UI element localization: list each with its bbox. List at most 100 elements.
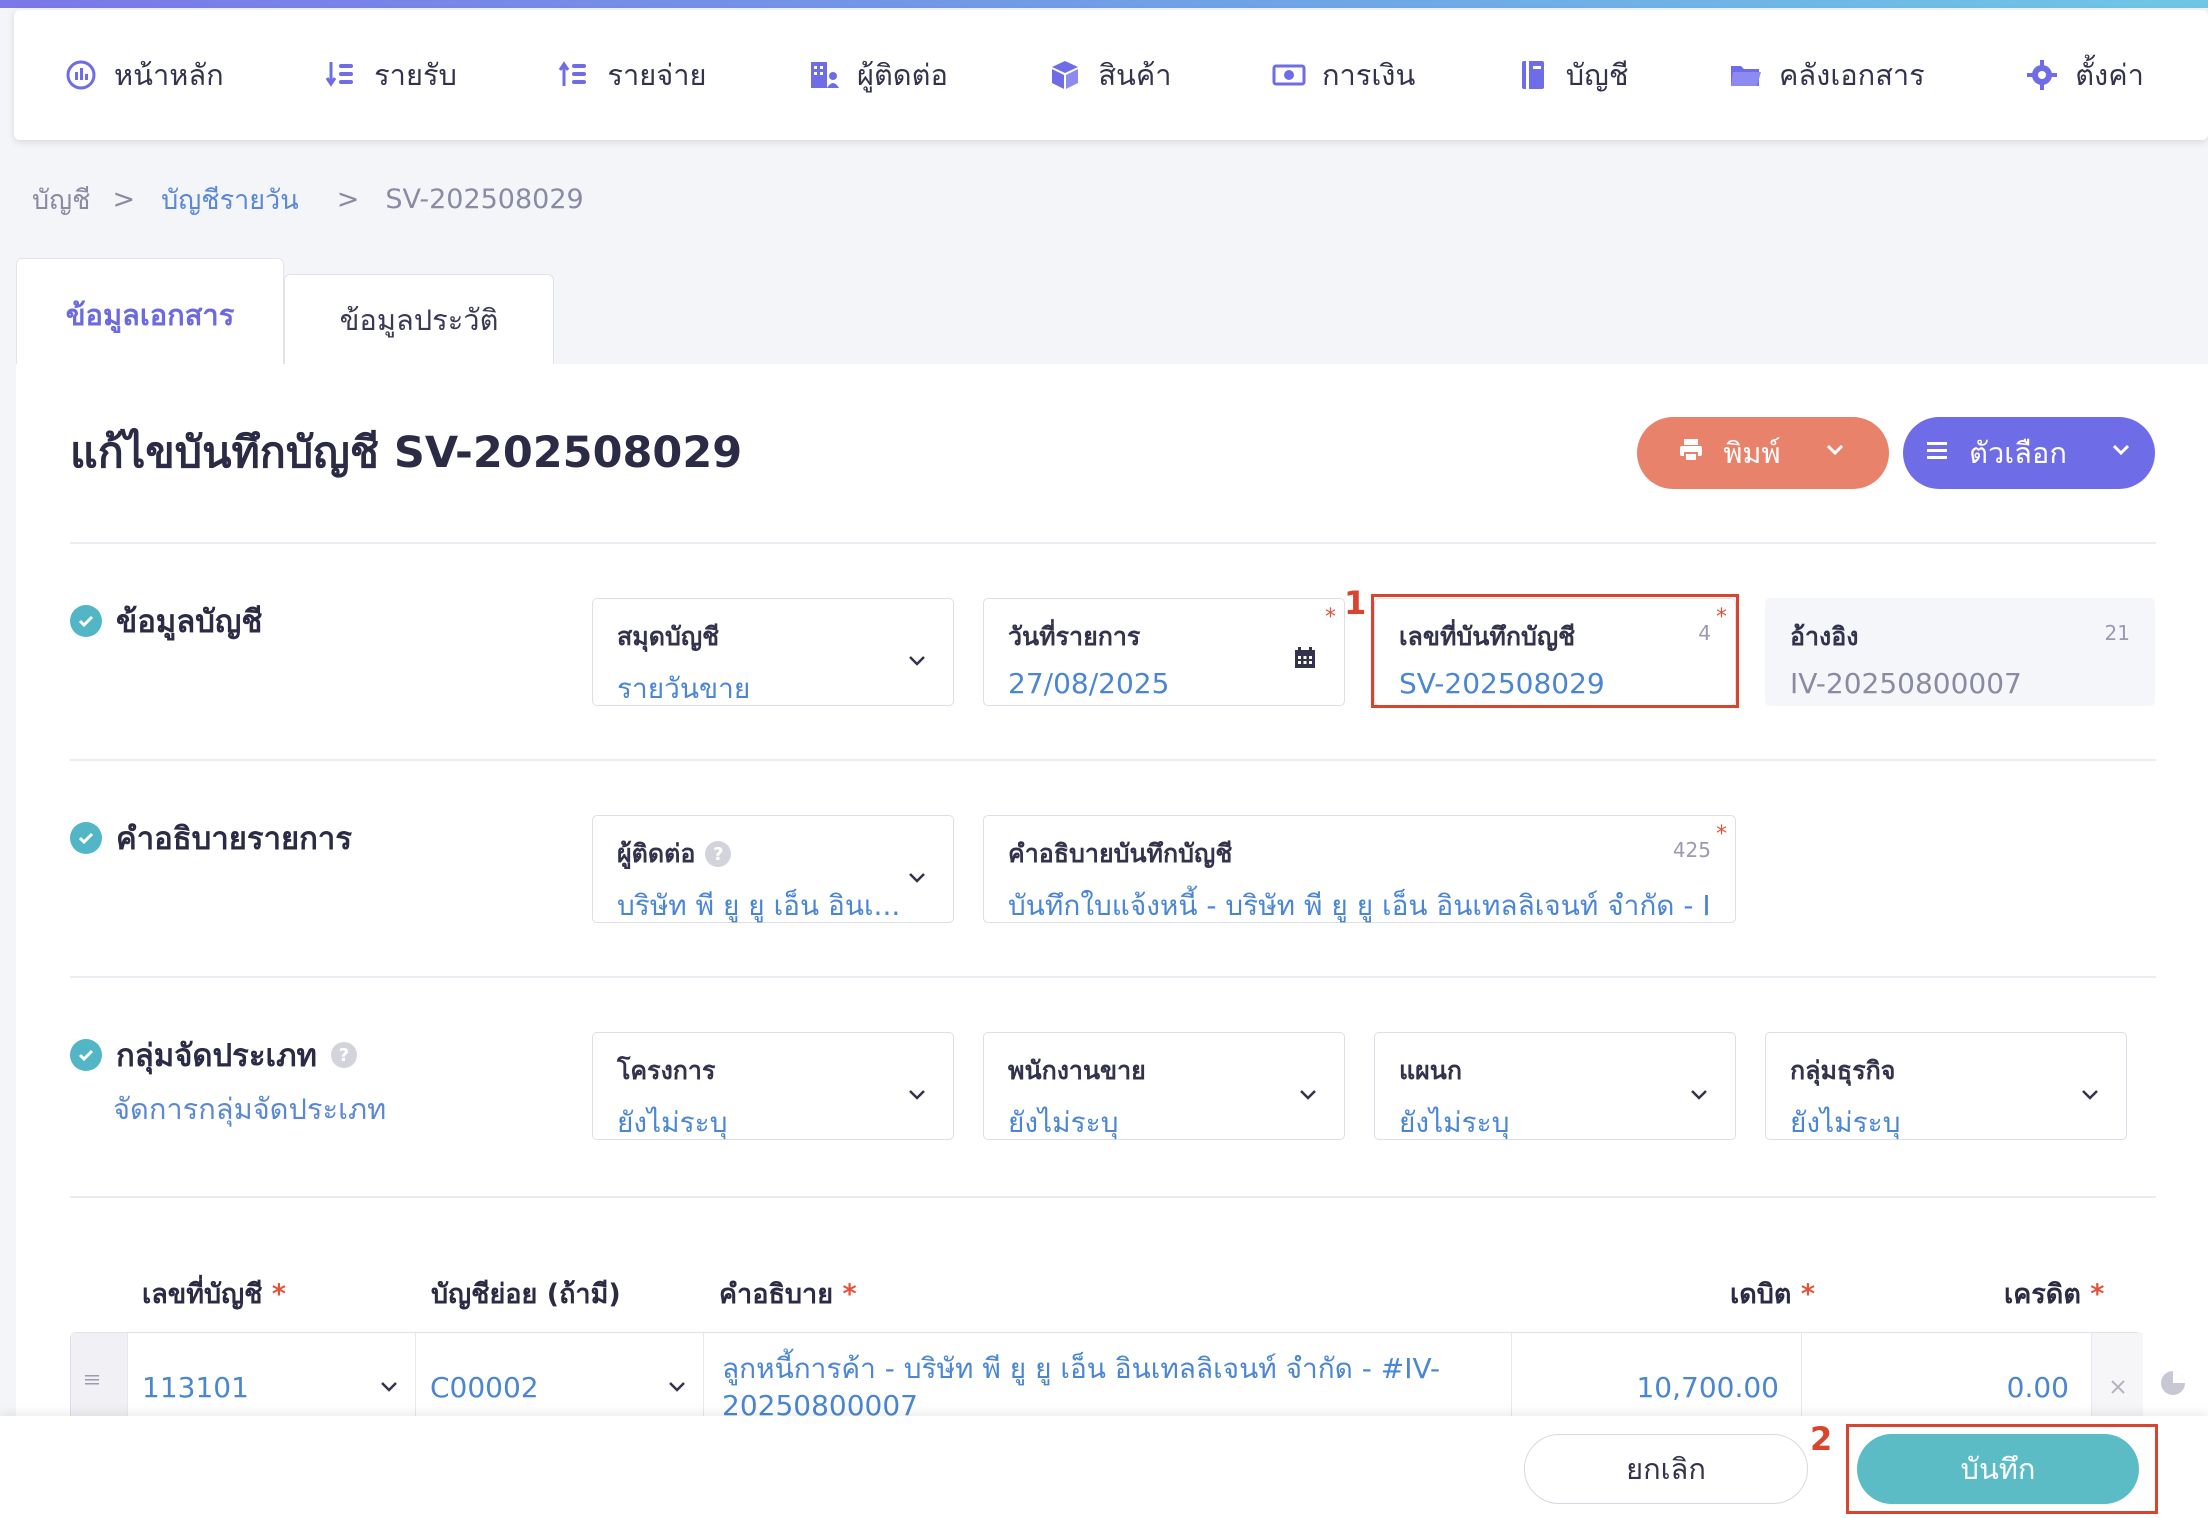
- nav-item-settings[interactable]: ตั้งค่า: [2025, 52, 2144, 98]
- income-icon: [324, 58, 358, 92]
- breadcrumb-root[interactable]: บัญชี: [32, 178, 90, 221]
- check-circle-icon: [70, 1039, 102, 1071]
- field-label: โครงการ: [617, 1056, 716, 1085]
- nav-label: คลังเอกสาร: [1778, 58, 1925, 92]
- field-value: ยังไม่ระบุ: [1790, 1106, 1901, 1139]
- nav-item-products[interactable]: สินค้า: [1048, 52, 1172, 98]
- cancel-button[interactable]: ยกเลิก: [1524, 1434, 1808, 1504]
- salesperson-select[interactable]: พนักงานขาย ยังไม่ระบุ: [983, 1032, 1345, 1140]
- top-accent-bar: [0, 0, 2208, 8]
- dashboard-icon: [64, 58, 98, 92]
- ledger-book-icon: [1516, 58, 1550, 92]
- nav-item-contacts[interactable]: ผู้ติดต่อ: [807, 52, 948, 98]
- cell-value: 0.00: [2006, 1371, 2069, 1404]
- chevron-down-icon: [381, 1382, 397, 1392]
- department-select[interactable]: แผนก ยังไม่ระบุ: [1374, 1032, 1736, 1140]
- manage-classification-link[interactable]: จัดการกลุ่มจัดประเภท: [113, 1086, 386, 1132]
- column-header-credit: เครดิต *: [2004, 1272, 2104, 1315]
- contact-select[interactable]: ผู้ติดต่อ ? บริษัท พี ยู ยู เอ็น อินเ...: [592, 815, 954, 923]
- breadcrumb-current: SV-202508029: [385, 184, 584, 215]
- field-value: 27/08/2025: [1008, 667, 1170, 700]
- field-label: แผนก: [1399, 1056, 1462, 1085]
- chevron-down-icon: [909, 1090, 925, 1100]
- divider: [70, 1196, 2156, 1198]
- required-asterisk: *: [1325, 605, 1336, 630]
- main-navigation: หน้าหลัก รายรับ รายจ่าย ผู้ติดต่อ สินค้า…: [14, 10, 2208, 140]
- section-description-title: คำอธิบายรายการ: [70, 813, 352, 863]
- nav-item-dashboard[interactable]: หน้าหลัก: [64, 52, 224, 98]
- check-circle-icon: [70, 605, 102, 637]
- header-label: เครดิต: [2004, 1279, 2081, 1310]
- help-icon[interactable]: ?: [330, 1042, 357, 1068]
- pie-chart-icon[interactable]: [2158, 1368, 2188, 1398]
- header-label: เดบิต: [1730, 1279, 1792, 1310]
- nav-label: รายรับ: [374, 58, 457, 92]
- nav-item-income[interactable]: รายรับ: [324, 52, 457, 98]
- required-asterisk: *: [2090, 1279, 2105, 1310]
- field-value: ยังไม่ระบุ: [1399, 1106, 1510, 1139]
- help-icon[interactable]: ?: [705, 841, 732, 867]
- gear-icon: [2025, 58, 2059, 92]
- nav-label: สินค้า: [1098, 58, 1172, 92]
- header-label: คำอธิบาย: [719, 1279, 834, 1310]
- nav-item-finance[interactable]: การเงิน: [1272, 52, 1415, 98]
- tab-document-info[interactable]: ข้อมูลเอกสาร: [16, 258, 284, 370]
- printer-icon: [1677, 436, 1705, 471]
- chevron-down-icon: [2107, 436, 2135, 471]
- menu-lines-icon: [1923, 436, 1951, 471]
- business-group-select[interactable]: กลุ่มธุรกิจ ยังไม่ระบุ: [1765, 1032, 2127, 1140]
- print-button[interactable]: พิมพ์: [1637, 417, 1889, 489]
- field-label-text: ผู้ติดต่อ: [617, 839, 696, 868]
- project-select[interactable]: โครงการ ยังไม่ระบุ: [592, 1032, 954, 1140]
- chevron-down-icon: [2082, 1090, 2098, 1100]
- nav-label: ผู้ติดต่อ: [856, 58, 948, 92]
- expense-icon: [557, 58, 591, 92]
- field-label: ผู้ติดต่อ ?: [617, 834, 929, 874]
- breadcrumb: บัญชี > บัญชีรายวัน > SV-202508029: [32, 178, 584, 221]
- section-label: ข้อมูลบัญชี: [116, 604, 263, 640]
- nav-label: บัญชี: [1565, 58, 1629, 92]
- char-counter: 425: [1672, 838, 1711, 862]
- nav-label: หน้าหลัก: [114, 58, 224, 92]
- section-label: กลุ่มจัดประเภท: [116, 1038, 317, 1074]
- field-value: บริษัท พี ยู ยู เอ็น อินเ...: [617, 889, 901, 922]
- field-value: ยังไม่ระบุ: [617, 1106, 728, 1139]
- nav-item-documents[interactable]: คลังเอกสาร: [1729, 52, 1925, 98]
- journal-select[interactable]: สมุดบัญชี รายวันขาย: [592, 598, 954, 706]
- annotation-marker: 1: [1344, 584, 1367, 622]
- required-asterisk: *: [271, 1279, 287, 1310]
- close-icon: [2111, 1380, 2125, 1394]
- folder-icon: [1729, 58, 1763, 92]
- cell-value: 113101: [142, 1371, 249, 1404]
- contacts-icon: [807, 58, 841, 92]
- options-label: ตัวเลือก: [1969, 436, 2067, 470]
- required-asterisk: *: [1800, 1279, 1815, 1310]
- cell-value: ลูกหนี้การค้า - บริษัท พี ยู ยู เอ็น อิน…: [722, 1352, 1441, 1385]
- field-label: วันที่รายการ: [1008, 622, 1141, 651]
- chevron-down-icon: [1300, 1090, 1316, 1100]
- field-value: IV-20250800007: [1790, 667, 2022, 700]
- chevron-down-icon: [1821, 436, 1849, 471]
- field-label: พนักงานขาย: [1008, 1056, 1146, 1085]
- journal-description-field[interactable]: คำอธิบายบันทึกบัญชี บันทึกใบแจ้งหนี้ - บ…: [983, 815, 1736, 923]
- cell-value: C00002: [430, 1371, 539, 1404]
- money-icon: [1272, 58, 1306, 92]
- page-title: แก้ไขบันทึกบัญชี SV-202508029: [70, 428, 743, 478]
- calendar-icon[interactable]: [1292, 645, 1318, 671]
- section-account-info-title: ข้อมูลบัญชี: [70, 596, 262, 646]
- field-value: ยังไม่ระบุ: [1008, 1106, 1119, 1139]
- chevron-down-icon: [1691, 1090, 1707, 1100]
- column-header-account-number: เลขที่บัญชี *: [142, 1272, 286, 1315]
- tab-history-info[interactable]: ข้อมูลประวัติ: [284, 274, 554, 364]
- column-header-sub-account: บัญชีย่อย (ถ้ามี): [431, 1272, 621, 1315]
- breadcrumb-parent[interactable]: บัญชีรายวัน: [161, 178, 299, 221]
- print-label: พิมพ์: [1723, 436, 1781, 470]
- options-button[interactable]: ตัวเลือก: [1903, 417, 2155, 489]
- transaction-date-field[interactable]: วันที่รายการ 27/08/2025 *: [983, 598, 1345, 706]
- nav-item-accounting[interactable]: บัญชี: [1516, 52, 1629, 98]
- nav-item-expense[interactable]: รายจ่าย: [557, 52, 707, 98]
- divider: [70, 759, 2156, 761]
- product-box-icon: [1048, 58, 1082, 92]
- field-label: สมุดบัญชี: [617, 622, 720, 651]
- annotation-highlight-journal-number: [1371, 594, 1739, 708]
